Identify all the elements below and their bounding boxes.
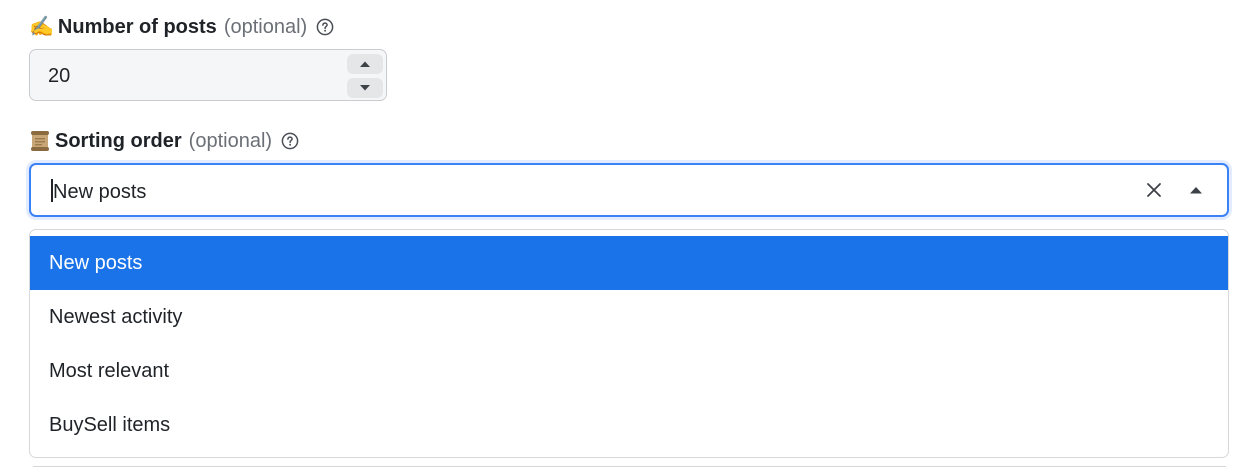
posts-field-title: Number of posts — [57, 16, 217, 38]
sort-field-label: Sorting order (optional) — [29, 129, 299, 153]
divider — [33, 466, 1226, 467]
option-buysell-items[interactable]: BuySell items — [30, 398, 1228, 452]
triangle-up-icon — [1190, 187, 1202, 194]
option-newest-activity[interactable]: Newest activity — [30, 290, 1228, 344]
posts-number-input[interactable]: 20 — [29, 49, 387, 101]
posts-optional-tag: (optional) — [223, 16, 308, 38]
close-icon — [1147, 183, 1161, 197]
sort-select[interactable]: New posts — [29, 163, 1229, 217]
increment-button[interactable] — [347, 54, 383, 74]
sort-field-title: Sorting order — [55, 130, 182, 152]
writing-hand-icon: ✍️ — [29, 16, 54, 38]
sort-options-list: New posts Newest activity Most relevant … — [29, 229, 1229, 458]
scroll-icon — [29, 130, 51, 152]
question-circle-icon[interactable] — [281, 132, 299, 150]
posts-field-label: ✍️ Number of posts (optional) — [29, 15, 334, 39]
question-circle-icon[interactable] — [316, 18, 334, 36]
posts-number-value[interactable]: 20 — [48, 64, 70, 88]
sort-select-value[interactable]: New posts — [53, 180, 146, 204]
clear-button[interactable] — [1143, 179, 1165, 201]
dropdown-toggle-button[interactable] — [1185, 179, 1207, 201]
option-most-relevant[interactable]: Most relevant — [30, 344, 1228, 398]
option-new-posts[interactable]: New posts — [30, 236, 1228, 290]
triangle-down-icon — [360, 85, 370, 91]
triangle-up-icon — [360, 61, 370, 67]
form-page: ✍️ Number of posts (optional) 20 Sorting… — [0, 0, 1246, 470]
sort-optional-tag: (optional) — [188, 130, 273, 152]
decrement-button[interactable] — [347, 78, 383, 98]
